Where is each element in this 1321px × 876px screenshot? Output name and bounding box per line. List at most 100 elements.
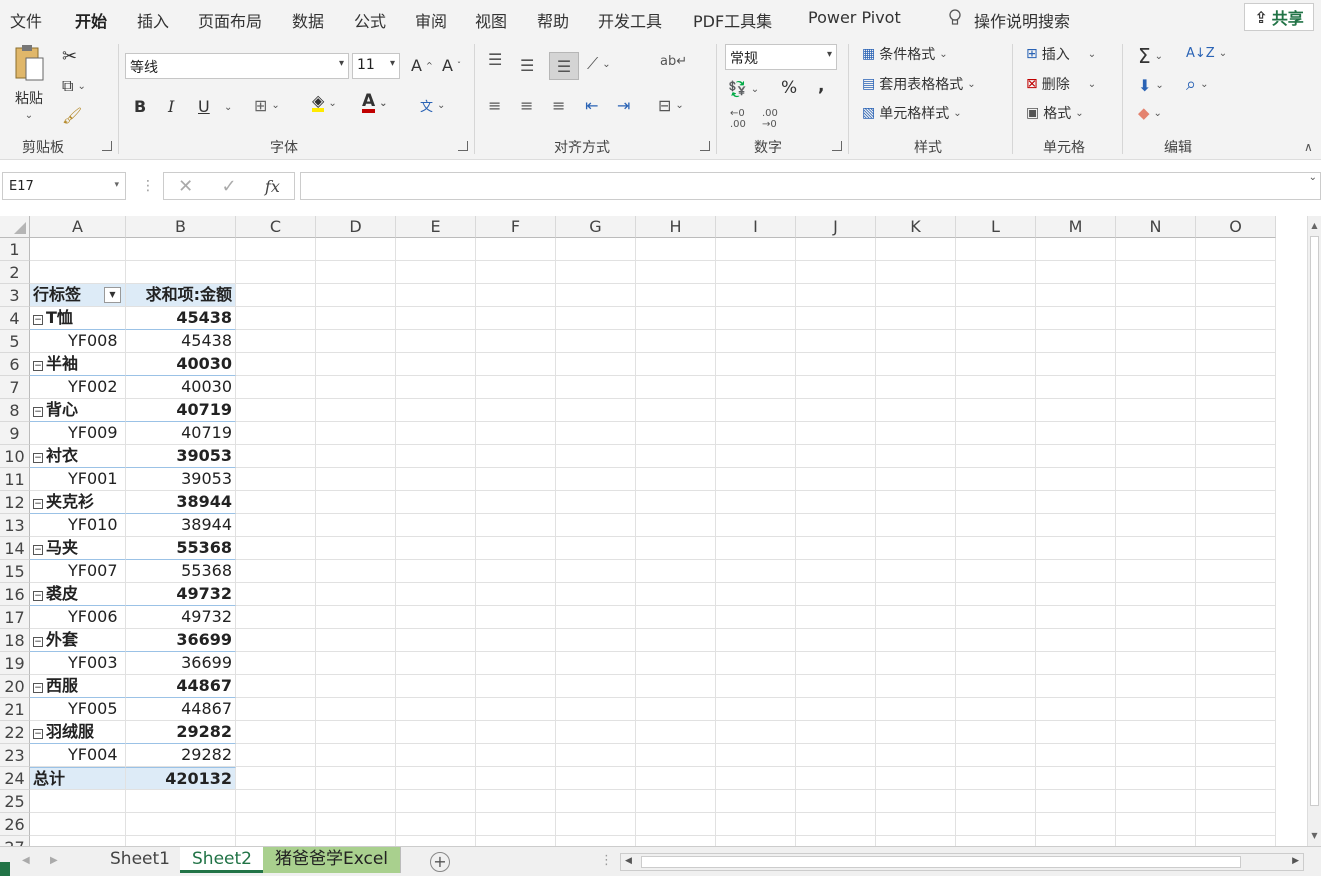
grid-cell[interactable] bbox=[316, 721, 396, 744]
pivot-item-label[interactable]: YF009 bbox=[30, 422, 126, 445]
enter-icon[interactable]: ✓ bbox=[222, 176, 237, 197]
collapse-toggle-icon[interactable]: − bbox=[33, 499, 43, 509]
grid-cell[interactable] bbox=[1036, 813, 1116, 836]
percent-style-button[interactable]: % bbox=[781, 78, 797, 98]
tab-page-layout[interactable]: 页面布局 bbox=[198, 8, 262, 32]
grid-cell[interactable] bbox=[636, 353, 716, 376]
grid-cell[interactable] bbox=[236, 606, 316, 629]
align-top-icon[interactable]: ☰ bbox=[488, 50, 502, 69]
pivot-item-label[interactable]: YF002 bbox=[30, 376, 126, 399]
grid-cell[interactable] bbox=[1036, 698, 1116, 721]
row-header[interactable]: 16 bbox=[0, 583, 30, 606]
tab-view[interactable]: 视图 bbox=[475, 8, 507, 32]
column-header[interactable]: O bbox=[1196, 216, 1276, 238]
format-cells-button[interactable]: ▣ 格式 ⌄ bbox=[1026, 103, 1084, 123]
increase-decimal-icon[interactable]: ←0.00 bbox=[730, 108, 746, 130]
grid-cell[interactable] bbox=[316, 399, 396, 422]
grid-cell[interactable] bbox=[556, 652, 636, 675]
grid-cell[interactable] bbox=[396, 721, 476, 744]
grid-cell[interactable] bbox=[1116, 445, 1196, 468]
grid-cell[interactable] bbox=[876, 698, 956, 721]
grid-cell[interactable] bbox=[556, 284, 636, 307]
grid-cell[interactable] bbox=[316, 330, 396, 353]
grid-cell[interactable] bbox=[396, 445, 476, 468]
grid-cell[interactable] bbox=[1116, 675, 1196, 698]
grid-cell[interactable] bbox=[636, 445, 716, 468]
grid-cell[interactable] bbox=[556, 813, 636, 836]
tab-home[interactable]: 开始 bbox=[75, 8, 108, 40]
sheet-tab[interactable]: Sheet2 bbox=[180, 847, 265, 873]
underline-dropdown-icon[interactable]: ⌄ bbox=[224, 102, 232, 113]
grid-cell[interactable] bbox=[396, 307, 476, 330]
collapse-toggle-icon[interactable]: − bbox=[33, 361, 43, 371]
grid-cell[interactable] bbox=[236, 537, 316, 560]
grid-cell[interactable] bbox=[1036, 468, 1116, 491]
row-header[interactable]: 21 bbox=[0, 698, 30, 721]
grid-cell[interactable] bbox=[876, 583, 956, 606]
grid-cell[interactable] bbox=[1116, 330, 1196, 353]
grid-cell[interactable] bbox=[1196, 767, 1276, 790]
grid-cell[interactable] bbox=[716, 629, 796, 652]
pivot-group-label[interactable]: − 外套 bbox=[30, 629, 126, 652]
grid-cell[interactable] bbox=[716, 514, 796, 537]
pivot-item-value[interactable]: 36699 bbox=[126, 652, 236, 675]
grid-cell[interactable] bbox=[236, 238, 316, 261]
grid-cell[interactable] bbox=[476, 284, 556, 307]
grid-cell[interactable] bbox=[876, 307, 956, 330]
column-header[interactable]: L bbox=[956, 216, 1036, 238]
grid-cell[interactable] bbox=[956, 560, 1036, 583]
grid-cell[interactable] bbox=[1116, 491, 1196, 514]
grid-cell[interactable] bbox=[30, 836, 126, 846]
filter-dropdown-icon[interactable]: ▼ bbox=[104, 287, 121, 303]
cut-icon[interactable]: ✂ bbox=[62, 46, 77, 67]
grid-cell[interactable] bbox=[1196, 698, 1276, 721]
grid-cell[interactable] bbox=[556, 514, 636, 537]
grid-cell[interactable] bbox=[716, 284, 796, 307]
pivot-item-label[interactable]: YF008 bbox=[30, 330, 126, 353]
grid-cell[interactable] bbox=[396, 767, 476, 790]
grid-cell[interactable] bbox=[556, 721, 636, 744]
grid-cell[interactable] bbox=[716, 353, 796, 376]
pivot-item-label[interactable]: YF007 bbox=[30, 560, 126, 583]
grid-cell[interactable] bbox=[236, 790, 316, 813]
grid-cell[interactable] bbox=[876, 721, 956, 744]
column-header[interactable]: C bbox=[236, 216, 316, 238]
grid-cell[interactable] bbox=[636, 744, 716, 767]
grid-cell[interactable] bbox=[876, 767, 956, 790]
row-header[interactable]: 26 bbox=[0, 813, 30, 836]
grid-cell[interactable] bbox=[236, 767, 316, 790]
column-header[interactable]: I bbox=[716, 216, 796, 238]
grid-cell[interactable] bbox=[1116, 468, 1196, 491]
grid-cell[interactable] bbox=[1196, 813, 1276, 836]
grid-cell[interactable] bbox=[476, 399, 556, 422]
grid-cell[interactable] bbox=[396, 353, 476, 376]
cancel-icon[interactable]: ✕ bbox=[178, 176, 193, 197]
grid-cell[interactable] bbox=[236, 422, 316, 445]
grid-cell[interactable] bbox=[396, 514, 476, 537]
grid-cell[interactable] bbox=[1036, 767, 1116, 790]
grid-cell[interactable] bbox=[1116, 629, 1196, 652]
grid-cell[interactable] bbox=[556, 353, 636, 376]
pivot-group-value[interactable]: 36699 bbox=[126, 629, 236, 652]
grid-cell[interactable] bbox=[1196, 445, 1276, 468]
grid-cell[interactable] bbox=[316, 836, 396, 846]
row-header[interactable]: 8 bbox=[0, 399, 30, 422]
row-header[interactable]: 5 bbox=[0, 330, 30, 353]
row-header[interactable]: 19 bbox=[0, 652, 30, 675]
grid-cell[interactable] bbox=[876, 560, 956, 583]
grid-cell[interactable] bbox=[1196, 491, 1276, 514]
align-bottom-icon[interactable]: ☰ bbox=[549, 52, 579, 80]
grid-cell[interactable] bbox=[1036, 744, 1116, 767]
grid-cell[interactable] bbox=[796, 284, 876, 307]
insert-cells-button[interactable]: ⊞ 插入 ⌄ bbox=[1026, 44, 1096, 64]
grid-cell[interactable] bbox=[236, 836, 316, 846]
grid-cell[interactable] bbox=[956, 721, 1036, 744]
grid-cell[interactable] bbox=[876, 813, 956, 836]
grid-cell[interactable] bbox=[556, 468, 636, 491]
tab-insert[interactable]: 插入 bbox=[137, 8, 169, 32]
grid-cell[interactable] bbox=[876, 606, 956, 629]
grid-cell[interactable] bbox=[476, 813, 556, 836]
grid-cell[interactable] bbox=[126, 790, 236, 813]
tab-data[interactable]: 数据 bbox=[292, 8, 324, 32]
grid-cell[interactable] bbox=[1036, 675, 1116, 698]
